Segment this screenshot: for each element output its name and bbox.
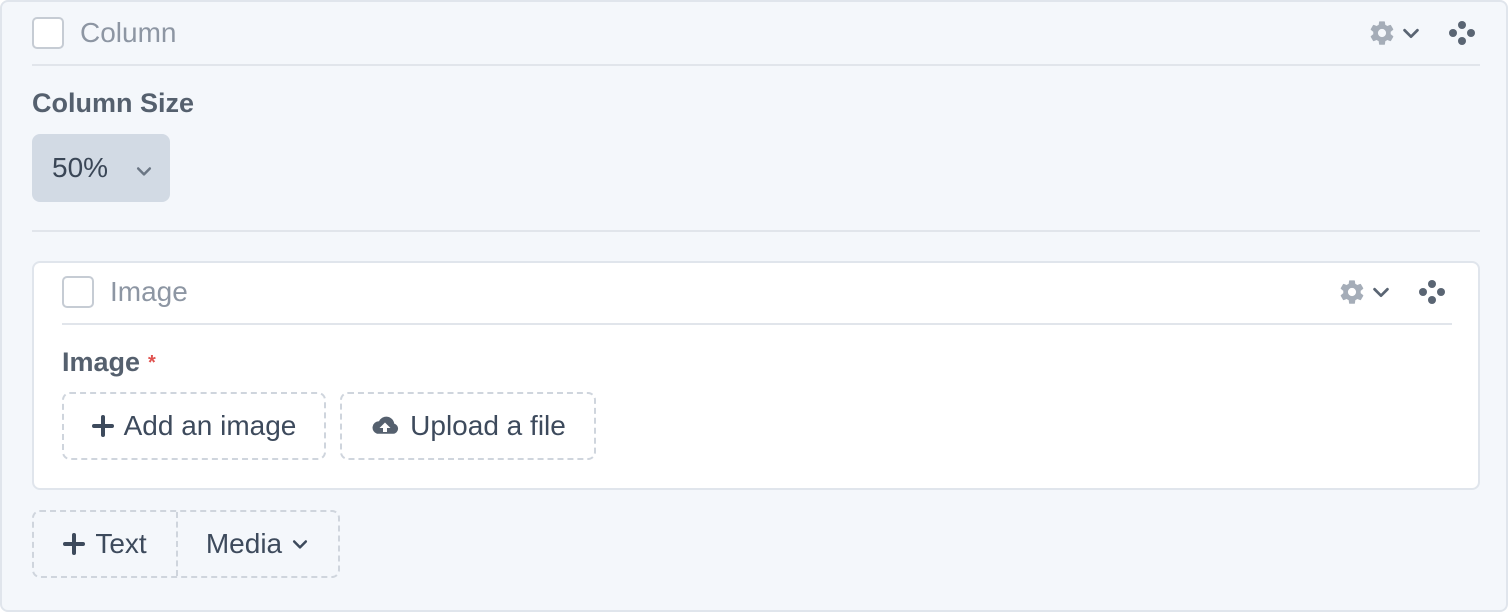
section-divider bbox=[32, 230, 1480, 232]
image-block-tools bbox=[1338, 278, 1446, 306]
image-block: Image Image * Add an image Upload a file bbox=[32, 261, 1480, 490]
add-text-button[interactable]: Text bbox=[34, 512, 178, 576]
required-marker: * bbox=[148, 352, 156, 374]
gear-icon[interactable] bbox=[1368, 19, 1396, 47]
chevron-down-icon bbox=[293, 540, 308, 549]
add-block-toolbar: Text Media bbox=[32, 510, 340, 578]
image-field-label: Image * bbox=[62, 347, 156, 378]
chevron-down-icon[interactable] bbox=[1400, 22, 1422, 44]
column-block: Column Column Size 50% Image Image * Add… bbox=[0, 0, 1508, 612]
image-header-divider bbox=[62, 323, 1452, 325]
plus-icon bbox=[91, 415, 114, 437]
column-block-title: Column bbox=[80, 17, 177, 48]
cloud-upload-icon bbox=[372, 416, 399, 434]
media-dropdown-button[interactable]: Media bbox=[178, 512, 338, 576]
image-block-title: Image bbox=[110, 276, 188, 307]
media-dropdown-label: Media bbox=[205, 528, 283, 559]
drag-handle-icon[interactable] bbox=[1448, 19, 1476, 47]
image-select-checkbox[interactable] bbox=[62, 276, 94, 308]
column-size-label: Column Size bbox=[32, 88, 195, 118]
column-block-tools bbox=[1368, 19, 1476, 47]
header-divider bbox=[32, 64, 1480, 66]
image-field-label-text: Image bbox=[62, 347, 141, 377]
column-size-value: 50% bbox=[52, 152, 109, 183]
upload-file-button[interactable]: Upload a file bbox=[340, 392, 596, 460]
upload-file-label: Upload a file bbox=[410, 410, 566, 441]
column-size-select[interactable]: 50% bbox=[32, 134, 170, 202]
gear-icon[interactable] bbox=[1338, 278, 1366, 306]
add-image-button[interactable]: Add an image bbox=[62, 392, 326, 460]
add-text-label: Text bbox=[95, 528, 147, 559]
image-block-header: Image bbox=[62, 276, 188, 308]
column-block-header: Column bbox=[32, 17, 176, 49]
drag-handle-icon[interactable] bbox=[1418, 278, 1446, 306]
plus-icon bbox=[63, 533, 86, 555]
column-select-checkbox[interactable] bbox=[32, 17, 64, 49]
add-image-label: Add an image bbox=[123, 410, 297, 441]
chevron-down-icon[interactable] bbox=[1370, 281, 1392, 303]
chevron-down-icon bbox=[136, 167, 152, 176]
